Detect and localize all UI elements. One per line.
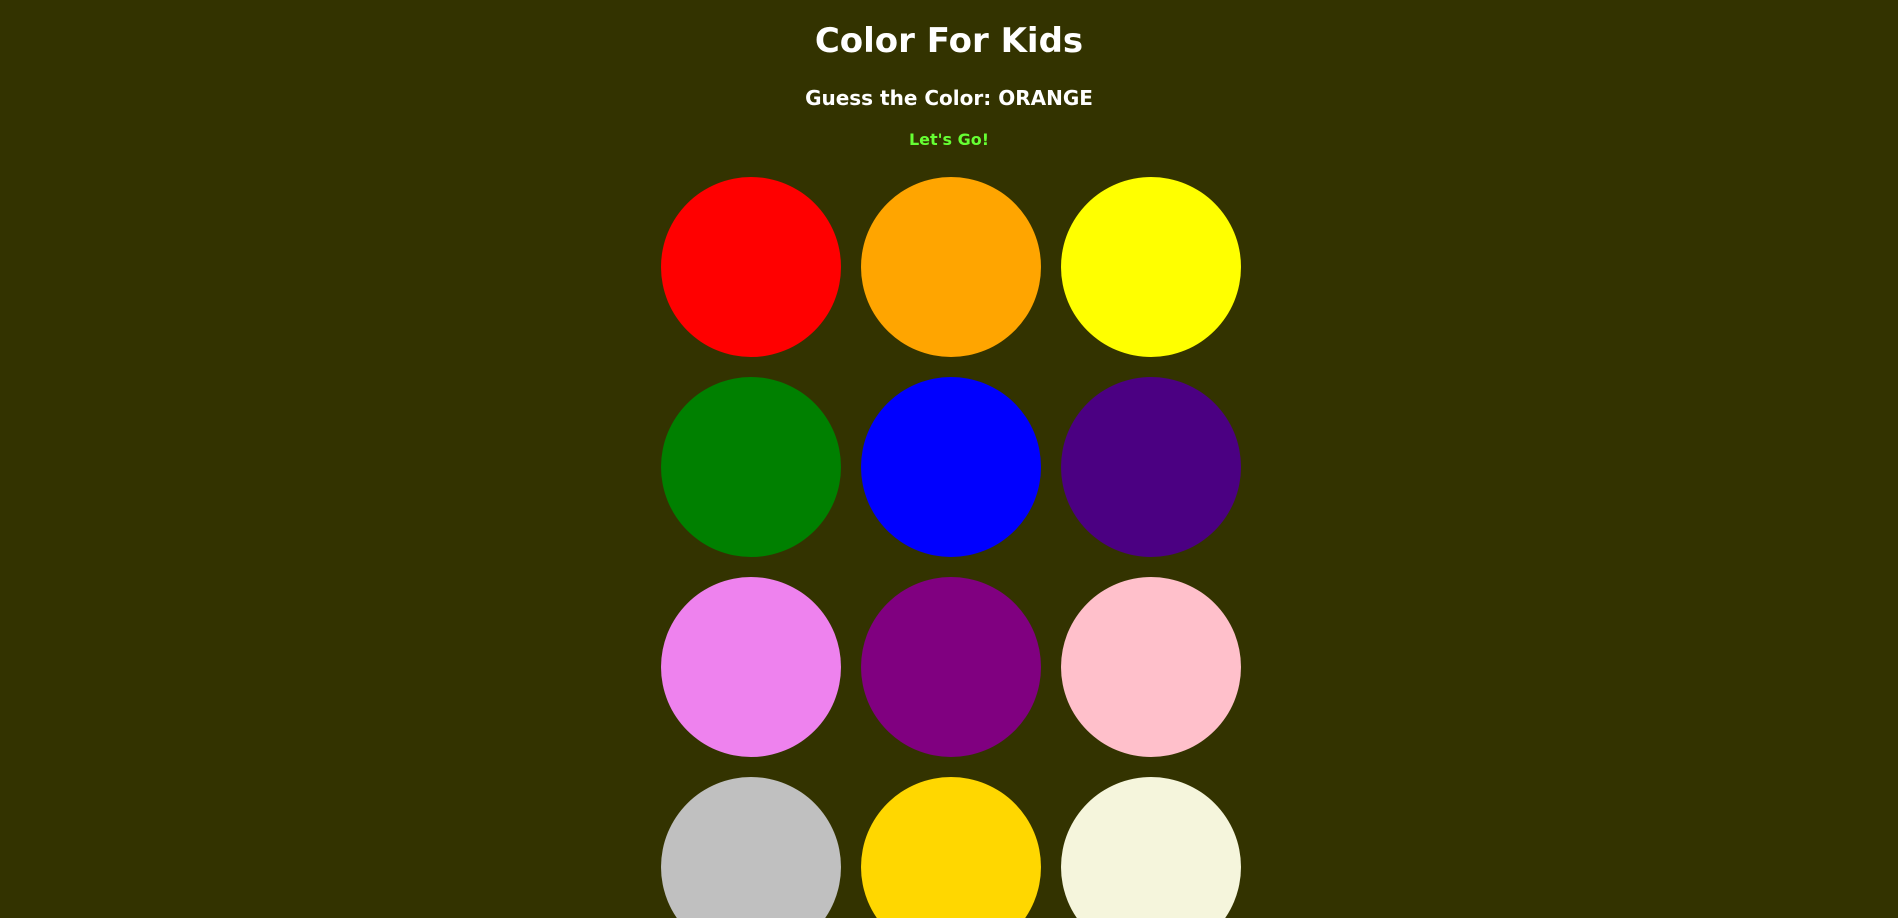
color-circle-orange[interactable] [861, 177, 1041, 357]
game-page: Color For Kids Guess the Color: ORANGE L… [0, 0, 1898, 918]
game-title: Color For Kids [814, 21, 1084, 61]
color-circle-pink[interactable] [1061, 577, 1241, 757]
color-grid [661, 177, 1241, 918]
guess-prompt: Guess the Color: ORANGE [805, 86, 1093, 110]
color-circle-violet[interactable] [661, 577, 841, 757]
color-circle-gold[interactable] [861, 777, 1041, 918]
color-circle-indigo[interactable] [1061, 377, 1241, 557]
color-circle-beige[interactable] [1061, 777, 1241, 918]
color-circle-green[interactable] [661, 377, 841, 557]
color-circle-silver[interactable] [661, 777, 841, 918]
color-circle-yellow[interactable] [1061, 177, 1241, 357]
feedback-message: Let's Go! [908, 130, 990, 149]
color-circle-red[interactable] [661, 177, 841, 357]
color-circle-purple[interactable] [861, 577, 1041, 757]
color-circle-blue[interactable] [861, 377, 1041, 557]
